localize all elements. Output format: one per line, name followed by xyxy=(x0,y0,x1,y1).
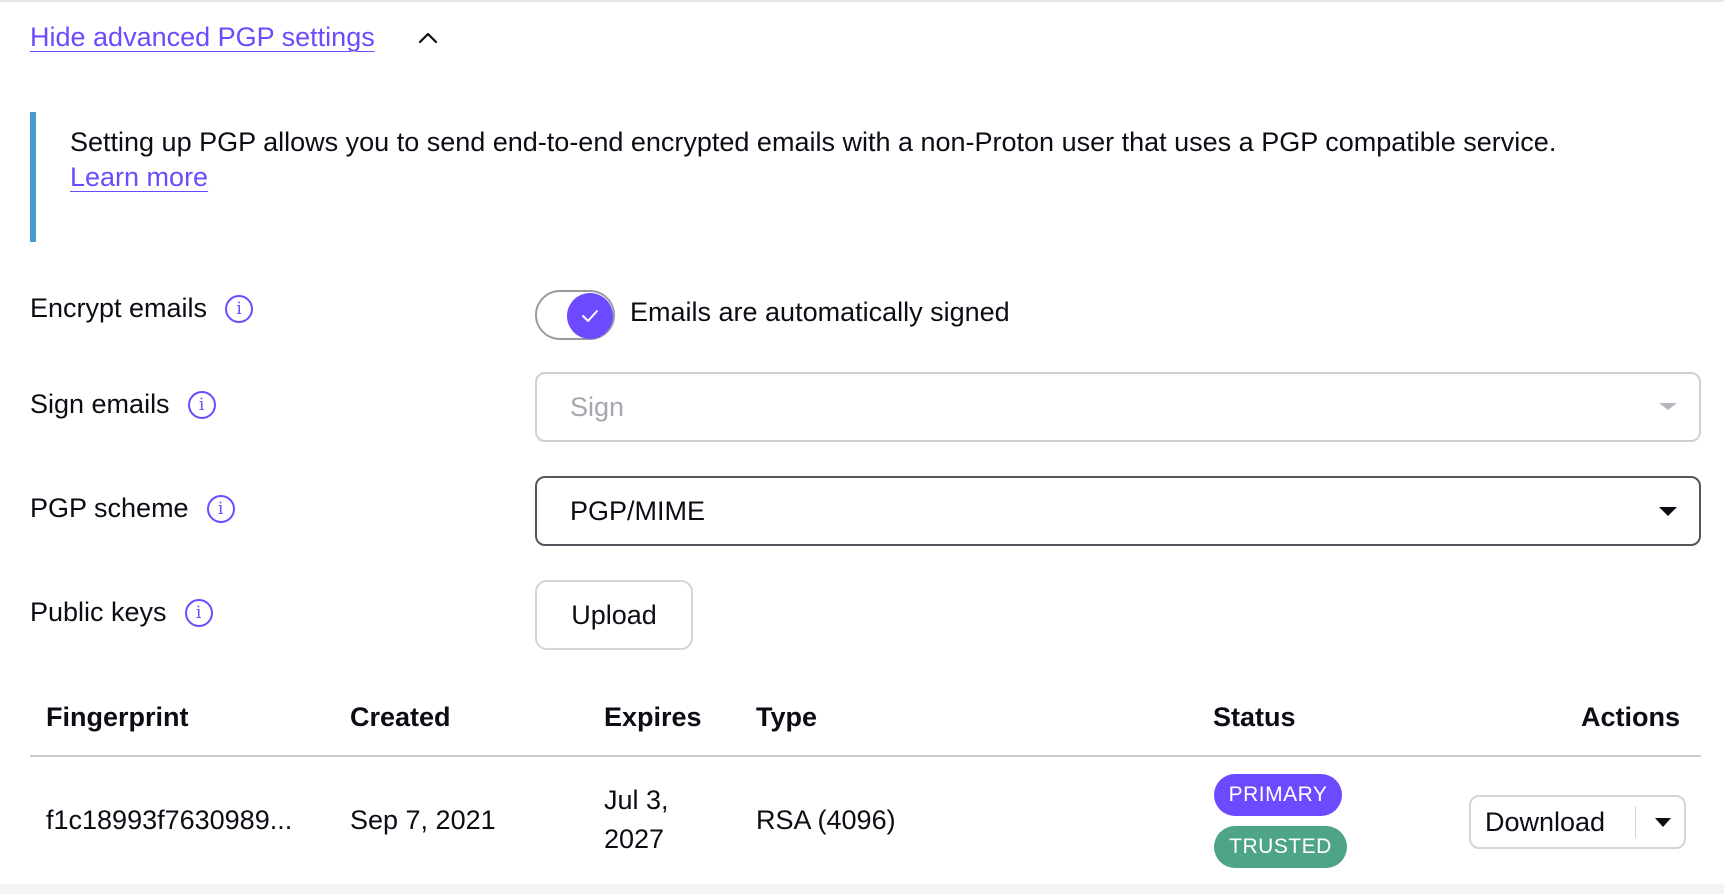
column-header-actions: Actions xyxy=(1581,702,1681,732)
caret-down-icon xyxy=(1659,507,1677,516)
public-keys-label: Public keys xyxy=(30,597,167,627)
column-header-expires: Expires xyxy=(604,702,702,732)
expires-cell-line2: 2027 xyxy=(604,824,665,854)
info-icon[interactable]: i xyxy=(187,390,216,419)
table-header-divider xyxy=(30,755,1701,757)
pgp-scheme-value: PGP/MIME xyxy=(570,495,706,526)
download-split-button: Download xyxy=(1469,795,1686,849)
pgp-scheme-row: PGP scheme i xyxy=(30,493,235,524)
public-keys-row: Public keys i xyxy=(30,597,213,628)
info-icon[interactable]: i xyxy=(206,494,235,523)
sign-select: Sign xyxy=(535,372,1701,442)
sign-select-placeholder: Sign xyxy=(570,391,625,422)
caret-down-icon xyxy=(1659,403,1677,410)
auto-signed-text: Emails are automatically signed xyxy=(630,297,1010,327)
sign-emails-label: Sign emails xyxy=(30,389,170,419)
check-icon xyxy=(567,293,613,339)
encrypt-emails-toggle[interactable] xyxy=(535,290,615,340)
top-divider xyxy=(0,0,1724,2)
column-header-type: Type xyxy=(756,702,818,732)
upload-button[interactable]: Upload xyxy=(535,580,693,650)
learn-more-link[interactable]: Learn more xyxy=(70,162,208,192)
pgp-info-notice: Setting up PGP allows you to send end-to… xyxy=(30,112,1610,242)
created-cell: Sep 7, 2021 xyxy=(350,805,496,835)
caret-down-icon[interactable] xyxy=(1655,817,1671,827)
hide-advanced-link[interactable]: Hide advanced PGP settings xyxy=(30,22,375,53)
info-text: Setting up PGP allows you to send end-to… xyxy=(70,127,1557,157)
pgp-scheme-select[interactable]: PGP/MIME xyxy=(535,476,1701,546)
sign-emails-row: Sign emails i xyxy=(30,389,216,420)
info-icon[interactable]: i xyxy=(184,598,213,627)
status-badge-primary: PRIMARY xyxy=(1214,774,1342,816)
status-badge-trusted: TRUSTED xyxy=(1214,826,1347,868)
chevron-up-icon[interactable] xyxy=(415,25,441,51)
column-header-created: Created xyxy=(350,702,451,732)
encrypt-emails-label: Encrypt emails xyxy=(30,293,208,323)
fingerprint-cell: f1c18993f7630989... xyxy=(46,805,293,835)
expires-cell-line1: Jul 3, xyxy=(604,785,669,815)
advanced-settings-toggle[interactable]: Hide advanced PGP settings xyxy=(30,22,441,53)
encrypt-emails-row: Encrypt emails i xyxy=(30,293,254,324)
column-header-fingerprint: Fingerprint xyxy=(46,702,189,732)
column-header-status: Status xyxy=(1213,702,1296,732)
info-icon[interactable]: i xyxy=(225,294,254,323)
split-separator xyxy=(1635,806,1636,838)
bottom-edge xyxy=(0,884,1724,894)
type-cell: RSA (4096) xyxy=(756,805,896,835)
pgp-scheme-label: PGP scheme xyxy=(30,493,189,523)
download-button[interactable]: Download xyxy=(1471,807,1635,838)
